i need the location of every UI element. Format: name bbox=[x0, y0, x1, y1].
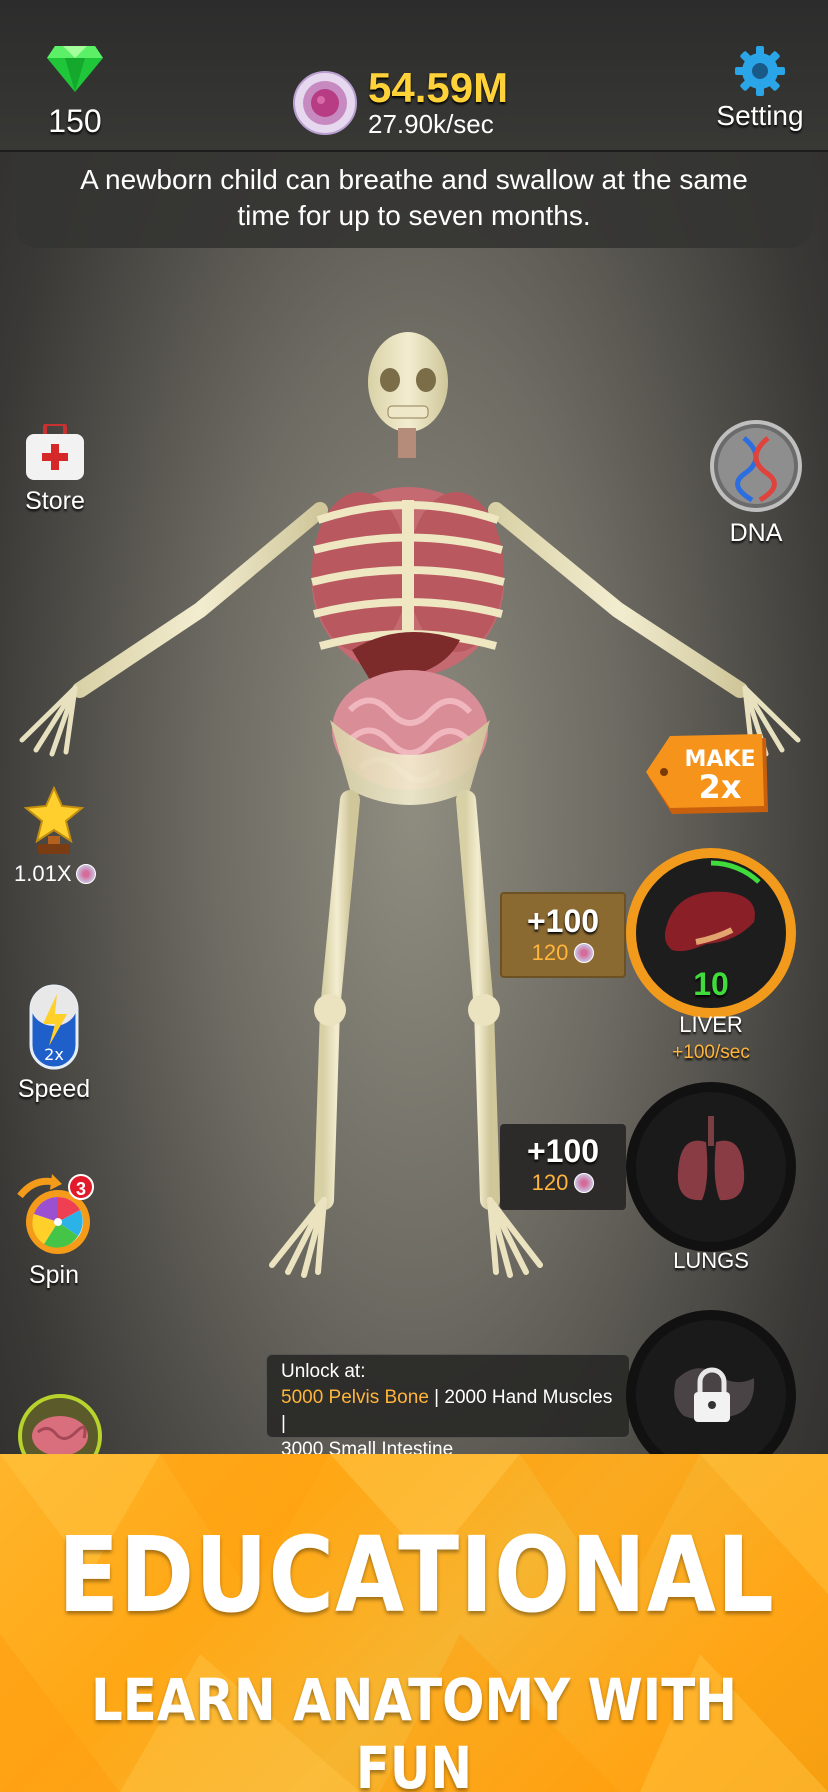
promo-banner: EDUCATIONAL LEARN ANATOMY WITH FUN bbox=[0, 1454, 828, 1792]
speed-badge: 2x bbox=[44, 1045, 64, 1064]
make-value: 2x bbox=[699, 768, 742, 806]
fun-fact-text: A newborn child can breathe and swallow … bbox=[80, 164, 748, 231]
store-label: Store bbox=[25, 487, 85, 515]
store-button[interactable]: Store bbox=[14, 422, 96, 516]
dna-icon bbox=[710, 420, 802, 512]
liver-level: 10 bbox=[693, 966, 729, 1002]
first-aid-kit-icon bbox=[26, 422, 84, 480]
dna-label: DNA bbox=[729, 519, 783, 547]
banner-title: EDUCATIONAL bbox=[57, 1514, 775, 1636]
currency-rate: 27.90k/sec bbox=[368, 109, 494, 139]
cell-icon bbox=[574, 943, 595, 963]
liver-name: LIVER bbox=[679, 1012, 743, 1037]
setting-label: Setting bbox=[716, 100, 804, 131]
lungs-cost: 120 bbox=[531, 1170, 569, 1195]
liver-organ-button[interactable]: 10 bbox=[626, 848, 796, 1018]
trophy-label: 1.01X bbox=[14, 861, 72, 886]
currency-total: 54.59M bbox=[368, 64, 509, 111]
cell-icon bbox=[292, 70, 358, 136]
cell-icon bbox=[75, 864, 96, 884]
gem-counter[interactable]: 150 bbox=[40, 42, 110, 140]
liver-upgrade-button[interactable]: +100 120 bbox=[500, 892, 626, 978]
cell-icon bbox=[574, 1173, 595, 1193]
spin-wheel-button[interactable]: 3 Spin bbox=[6, 1174, 102, 1290]
lungs-name: LUNGS bbox=[673, 1248, 749, 1273]
liver-rate: +100/sec bbox=[672, 1042, 750, 1063]
liver-gain: +100 bbox=[526, 903, 600, 939]
unlock-req-pelvis: 5000 Pelvis Bone bbox=[281, 1387, 429, 1408]
lungs-gain: +100 bbox=[526, 1133, 600, 1169]
speed-label: Speed bbox=[17, 1075, 91, 1103]
speed-capsule-icon: 2x bbox=[29, 984, 79, 1070]
trophy-icon bbox=[23, 785, 85, 854]
lock-icon bbox=[674, 1367, 755, 1422]
lungs-organ-button[interactable] bbox=[626, 1082, 796, 1252]
unlock-requirements: Unlock at: 5000 Pelvis Bone | 2000 Hand … bbox=[266, 1354, 630, 1460]
gem-count: 150 bbox=[48, 103, 102, 139]
green-gem-icon bbox=[47, 46, 103, 92]
liver-cost: 120 bbox=[531, 940, 569, 965]
brain-icon bbox=[18, 1394, 102, 1454]
top-bar: 150 54.59M 27.90k/sec Setting bbox=[0, 0, 828, 152]
brain-button[interactable] bbox=[14, 1390, 106, 1454]
fun-fact-box: A newborn child can breathe and swallow … bbox=[16, 152, 812, 248]
unlock-title: Unlock at: bbox=[281, 1361, 366, 1382]
spin-count-badge: 3 bbox=[68, 1174, 94, 1200]
currency-display: 54.59M 27.90k/sec bbox=[368, 64, 509, 139]
spin-label: Spin bbox=[28, 1261, 80, 1289]
speed-boost-button[interactable]: 2x Speed bbox=[14, 984, 94, 1104]
lungs-upgrade-button[interactable]: +100 120 bbox=[500, 1124, 626, 1210]
banner-subtitle: LEARN ANATOMY WITH FUN bbox=[91, 1666, 737, 1792]
gear-icon bbox=[735, 46, 785, 96]
make-2x-button[interactable]: MAKE 2x bbox=[646, 734, 770, 818]
setting-button[interactable]: Setting bbox=[710, 44, 810, 132]
trophy-multiplier[interactable]: 1.01X bbox=[14, 785, 96, 887]
lungs-icon bbox=[677, 1116, 745, 1201]
dna-button[interactable]: DNA bbox=[706, 418, 806, 548]
